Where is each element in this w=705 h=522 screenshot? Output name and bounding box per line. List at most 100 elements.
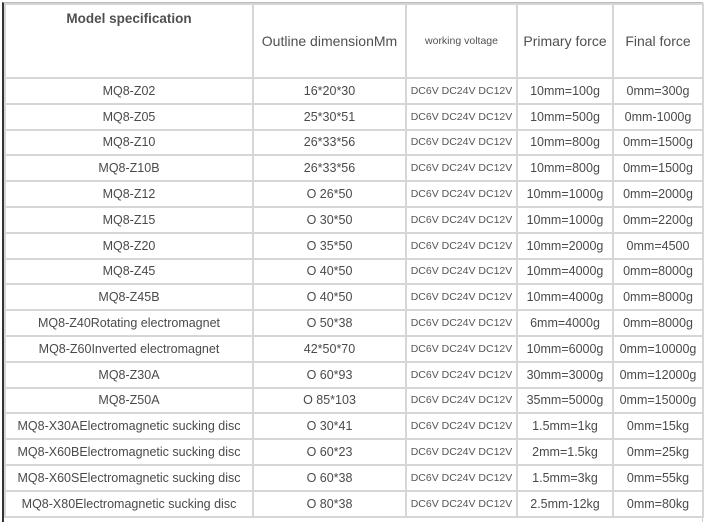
cell-model: MQ8-Z05 (4, 102, 254, 131)
table-row: MQ8-Z10B 26*33*56 DC6V DC24V DC12V 10mm=800… (4, 154, 704, 183)
header-voltage: working voltage (405, 3, 518, 79)
table-row: MQ8-X80Electromagnetic sucking disc O 80*… (4, 489, 704, 518)
cell-voltage: DC6V DC24V DC12V (405, 102, 518, 131)
cell-model: MQ8-Z02 (4, 77, 254, 105)
cell-final: 0mm=15kg (612, 412, 704, 441)
cell-model: MQ8-Z10B (4, 154, 254, 183)
cell-model: MQ8-Z20 (4, 231, 254, 260)
header-dimension: Outline dimensionMm (252, 3, 407, 79)
cell-dimension: 42*50*70 (252, 334, 407, 363)
table-row: MQ8-Z40Rotating electromagnet O 50*38 DC6V… (4, 309, 704, 337)
cell-primary: 2mm=1.5kg (516, 438, 614, 466)
cell-dimension: O 85*103 (252, 386, 407, 415)
cell-model: MQ8-Z45B (4, 283, 254, 312)
cell-dimension: O 80*38 (252, 489, 407, 518)
header-row: Model specification Outline dimensionMm … (4, 3, 704, 79)
cell-voltage: DC6V DC24V DC12V (405, 309, 518, 337)
table-row: MQ8-Z05 25*30*51 DC6V DC24V DC12V 10mm=500g… (4, 102, 704, 131)
cell-voltage: DC6V DC24V DC12V (405, 412, 518, 441)
table-row: MQ8-Z20 O 35*50 DC6V DC24V DC12V 10mm=2000g… (4, 231, 704, 260)
spec-table: Model specification Outline dimensionMm … (4, 3, 704, 518)
table-row: MQ8-X60SElectromagnetic sucking disc O 60… (4, 463, 704, 492)
table-row: MQ8-Z50A O 85*103 DC6V DC24V DC12V 35mm=500… (4, 386, 704, 415)
table-row: MQ8-Z30A O 60*93 DC6V DC24V DC12V 30mm=3000… (4, 360, 704, 389)
cell-primary: 10mm=2000g (516, 231, 614, 260)
cell-final: 0mm=15000g (612, 386, 704, 415)
cell-voltage: DC6V DC24V DC12V (405, 438, 518, 466)
cell-voltage: DC6V DC24V DC12V (405, 489, 518, 518)
cell-dimension: O 60*23 (252, 438, 407, 466)
cell-voltage: DC6V DC24V DC12V (405, 180, 518, 208)
cell-final: 0mm=55kg (612, 463, 704, 492)
cell-primary: 2.5mm-12kg (516, 489, 614, 518)
cell-final: 0mm=2200g (612, 205, 704, 234)
cell-dimension: O 35*50 (252, 231, 407, 260)
cell-primary: 10mm=1000g (516, 205, 614, 234)
cell-primary: 1.5mm=1kg (516, 412, 614, 441)
cell-primary: 10mm=6000g (516, 334, 614, 363)
cell-model: MQ8-Z10 (4, 128, 254, 157)
cell-primary: 6mm=4000g (516, 309, 614, 337)
cell-dimension: O 50*38 (252, 309, 407, 337)
cell-dimension: O 60*38 (252, 463, 407, 492)
header-final-force: Final force (612, 3, 704, 79)
cell-voltage: DC6V DC24V DC12V (405, 334, 518, 363)
cell-dimension: 26*33*56 (252, 154, 407, 183)
cell-voltage: DC6V DC24V DC12V (405, 77, 518, 105)
cell-primary: 10mm=4000g (516, 283, 614, 312)
cell-voltage: DC6V DC24V DC12V (405, 257, 518, 286)
cell-model: MQ8-Z60Inverted electromagnet (4, 334, 254, 363)
cell-dimension: 25*30*51 (252, 102, 407, 131)
cell-voltage: DC6V DC24V DC12V (405, 128, 518, 157)
cell-model: MQ8-Z50A (4, 386, 254, 415)
cell-final: 0mm=80kg (612, 489, 704, 518)
cell-final: 0mm=1500g (612, 154, 704, 183)
table-row: MQ8-Z45B O 40*50 DC6V DC24V DC12V 10mm=4000… (4, 283, 704, 312)
cell-primary: 1.5mm=3kg (516, 463, 614, 492)
header-model: Model specification (4, 3, 254, 79)
cell-model: MQ8-Z15 (4, 205, 254, 234)
cell-model: MQ8-Z12 (4, 180, 254, 208)
cell-dimension: O 26*50 (252, 180, 407, 208)
cell-model: MQ8-X80Electromagnetic sucking disc (4, 489, 254, 518)
table-row: MQ8-X30AElectromagnetic sucking disc O 30… (4, 412, 704, 441)
cell-model: MQ8-X30AElectromagnetic sucking disc (4, 412, 254, 441)
cell-voltage: DC6V DC24V DC12V (405, 283, 518, 312)
cell-dimension: 16*20*30 (252, 77, 407, 105)
cell-model: MQ8-Z30A (4, 360, 254, 389)
cell-final: 0mm=1500g (612, 128, 704, 157)
cell-voltage: DC6V DC24V DC12V (405, 463, 518, 492)
cell-dimension: O 30*50 (252, 205, 407, 234)
cell-primary: 10mm=800g (516, 154, 614, 183)
cell-voltage: DC6V DC24V DC12V (405, 154, 518, 183)
table-row: MQ8-Z02 16*20*30 DC6V DC24V DC12V 10mm=100g… (4, 77, 704, 105)
table-row: MQ8-Z10 26*33*56 DC6V DC24V DC12V 10mm=800g… (4, 128, 704, 157)
cell-primary: 35mm=5000g (516, 386, 614, 415)
cell-voltage: DC6V DC24V DC12V (405, 386, 518, 415)
cell-final: 0mm=2000g (612, 180, 704, 208)
cell-primary: 10mm=1000g (516, 180, 614, 208)
cell-primary: 10mm=800g (516, 128, 614, 157)
cell-final: 0mm=300g (612, 77, 704, 105)
cell-model: MQ8-Z45 (4, 257, 254, 286)
cell-final: 0mm=8000g (612, 309, 704, 337)
cell-model: MQ8-Z40Rotating electromagnet (4, 309, 254, 337)
cell-model: MQ8-X60BElectromagnetic sucking disc (4, 438, 254, 466)
table-row: MQ8-Z45 O 40*50 DC6V DC24V DC12V 10mm=4000g… (4, 257, 704, 286)
table-row: MQ8-Z12 O 26*50 DC6V DC24V DC12V 10mm=1000g… (4, 180, 704, 208)
cell-dimension: O 30*41 (252, 412, 407, 441)
table-row: MQ8-X60BElectromagnetic sucking disc O 60… (4, 438, 704, 466)
cell-dimension: O 60*93 (252, 360, 407, 389)
cell-voltage: DC6V DC24V DC12V (405, 360, 518, 389)
cell-dimension: O 40*50 (252, 257, 407, 286)
cell-primary: 10mm=500g (516, 102, 614, 131)
table-row: MQ8-Z60Inverted electromagnet 42*50*70 DC6… (4, 334, 704, 363)
cell-final: 0mm=8000g (612, 283, 704, 312)
cell-primary: 30mm=3000g (516, 360, 614, 389)
cell-dimension: 26*33*56 (252, 128, 407, 157)
cell-voltage: DC6V DC24V DC12V (405, 231, 518, 260)
cell-primary: 10mm=4000g (516, 257, 614, 286)
cell-final: 0mm=4500 (612, 231, 704, 260)
cell-model: MQ8-X60SElectromagnetic sucking disc (4, 463, 254, 492)
cell-final: 0mm-1000g (612, 102, 704, 131)
